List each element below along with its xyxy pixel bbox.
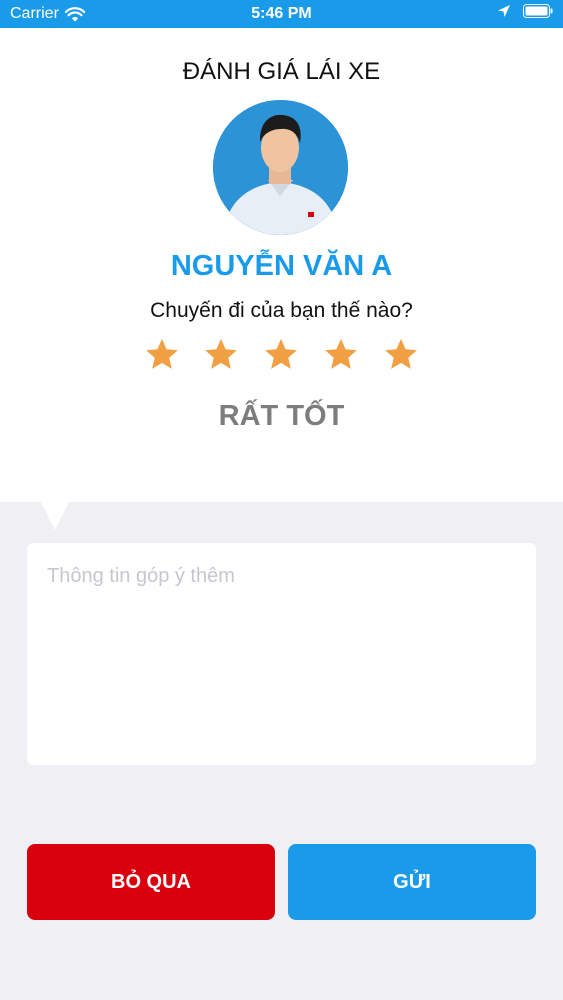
status-right <box>497 4 553 18</box>
star-rating <box>0 336 563 376</box>
status-time: 5:46 PM <box>251 5 312 22</box>
rating-label: RẤT TỐT <box>218 400 345 432</box>
feedback-textarea[interactable] <box>27 543 536 765</box>
star-icon[interactable] <box>143 336 181 374</box>
star-icon[interactable] <box>202 336 240 374</box>
skip-button[interactable]: BỎ QUA <box>27 844 275 920</box>
page-title: ĐÁNH GIÁ LÁI XE <box>182 58 381 85</box>
star-icon[interactable] <box>382 336 420 374</box>
panel-pointer <box>40 500 70 530</box>
rating-question: Chuyến đi của bạn thế nào? <box>150 299 413 322</box>
driver-avatar <box>213 100 348 235</box>
battery-icon <box>523 4 553 18</box>
star-icon[interactable] <box>322 336 360 374</box>
driver-name: NGUYỄN VĂN A <box>170 250 393 282</box>
send-button[interactable]: GỬI <box>288 844 536 920</box>
status-bar: Carrier 5:46 PM <box>0 0 563 28</box>
location-arrow-icon <box>498 5 510 17</box>
star-icon[interactable] <box>262 336 300 374</box>
avatar-photo <box>213 100 348 235</box>
